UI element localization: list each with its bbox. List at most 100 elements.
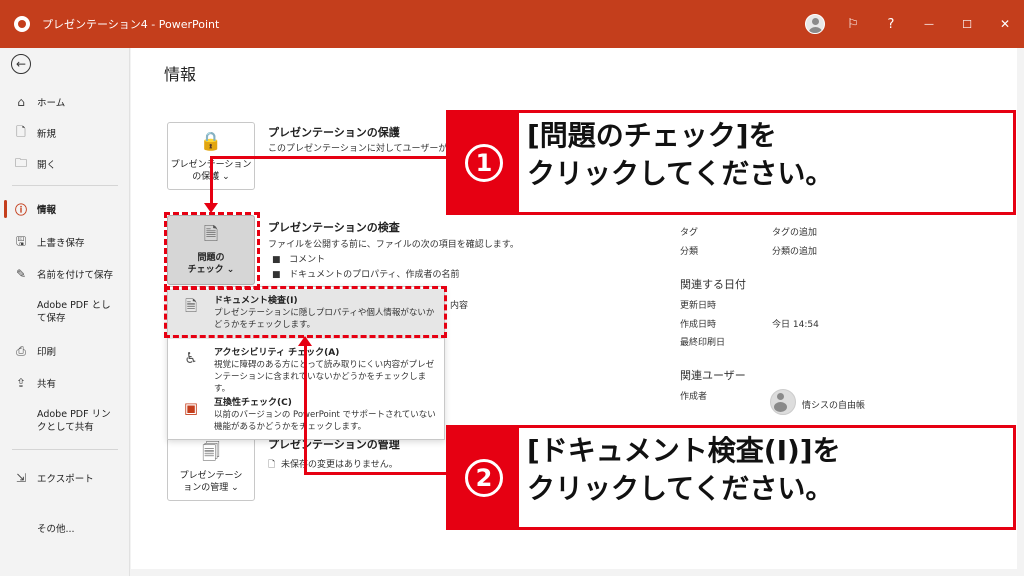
callout-line: クリックしてください。 — [527, 472, 834, 505]
compatibility-icon: ▣ — [183, 399, 199, 417]
highlight-inspect-document — [164, 286, 447, 338]
home-icon: ⌂ — [17, 95, 25, 109]
manage-button-label-1: プレゼンテーシ — [179, 471, 243, 481]
author-name[interactable]: 情シスの自由帳 — [802, 398, 865, 411]
bullet-item: ■ ドキュメントのプロパティ、作成者の名前 — [272, 270, 460, 280]
sidebar-item-label: 共有 — [37, 379, 57, 390]
sidebar-item-save-as[interactable]: ✎ 名前を付けて保存 — [0, 264, 130, 284]
save-as-icon: ✎ — [15, 267, 27, 281]
sidebar-divider — [12, 449, 118, 450]
menu-item-title: アクセシビリティ チェック(A) — [214, 348, 340, 358]
inspect-description: ファイルを公開する前に、ファイルの次の項目を確認します。 — [268, 240, 519, 250]
users-heading: 関連ユーザー — [680, 369, 746, 382]
manage-status: 🗋 未保存の変更はありません。 — [268, 457, 398, 473]
callout-line: クリックしてください。 — [527, 157, 834, 190]
manage-presentation-button[interactable]: 🗐 プレゼンテーシ ョンの管理 ⌄ — [167, 433, 255, 501]
sidebar-item-open[interactable]: 🗀 開く — [0, 154, 130, 174]
sidebar-item-info[interactable]: ⓘ 情報 — [0, 199, 130, 219]
sidebar-item-label: 開く — [37, 160, 57, 171]
accessibility-icon: ♿ — [184, 349, 198, 367]
sidebar-item-label: ホーム — [37, 98, 66, 109]
close-button[interactable]: ✕ — [986, 0, 1024, 48]
printer-icon: ⎙ — [16, 343, 26, 358]
protect-heading: プレゼンテーションの保護 — [268, 126, 400, 139]
connector-line — [210, 156, 213, 208]
callout-step-1: 1 [問題のチェック]を クリックしてください。 — [446, 110, 1016, 215]
tag-value[interactable]: タグの追加 — [772, 225, 817, 238]
step-number: 1 — [465, 143, 503, 182]
sidebar-item-share-adobe-pdf[interactable]: Adobe PDF リンクとして共有 — [0, 407, 130, 435]
step-number: 2 — [465, 458, 503, 497]
callout-line: [ドキュメント検査(I)]を — [527, 434, 841, 467]
callout-text: [問題のチェック]を クリックしてください。 — [527, 117, 833, 193]
sidebar-item-new[interactable]: 🗋 新規 — [0, 123, 130, 143]
account-button[interactable] — [796, 0, 834, 48]
share-icon: ⇪ — [15, 376, 27, 390]
printed-label: 最終印刷日 — [680, 338, 726, 348]
powerpoint-window: プレゼンテーション4 - PowerPoint ⚐ ? — ☐ ✕ ← ⌂ ホーム… — [0, 0, 1024, 576]
bullet-item: ■ コメント — [272, 255, 326, 265]
help-button[interactable]: ? — [872, 0, 910, 48]
callout-line: [問題のチェック]を — [527, 119, 777, 152]
bullet-content-tail: 内容 — [450, 301, 469, 311]
title-bar: プレゼンテーション4 - PowerPoint ⚐ ? — ☐ ✕ — [0, 0, 1024, 48]
manage-button-label-2: ョンの管理 ⌄ — [183, 483, 239, 493]
sidebar-item-label: Adobe PDF として保存 — [37, 300, 111, 324]
sidebar-item-label: エクスポート — [37, 474, 94, 485]
dates-heading: 関連する日付 — [680, 278, 746, 291]
sidebar-item-label: 名前を付けて保存 — [37, 270, 114, 281]
sidebar-item-export[interactable]: ⇲ エクスポート — [0, 468, 130, 488]
sidebar-item-print[interactable]: ⎙ 印刷 — [0, 341, 130, 361]
connector-line — [304, 346, 307, 474]
sidebar-item-save[interactable]: 🖫 上書き保存 — [0, 232, 130, 252]
menu-item-title: 互換性チェック(C) — [214, 398, 292, 408]
author-avatar-icon — [770, 389, 796, 415]
sidebar-item-label: 新規 — [37, 129, 57, 140]
connector-line — [304, 472, 446, 475]
bullet-properties: ドキュメントのプロパティ、作成者の名前 — [289, 270, 460, 280]
category-value[interactable]: 分類の追加 — [772, 244, 817, 257]
back-arrow-icon[interactable]: ← — [11, 54, 31, 74]
callout-step-2: 2 [ドキュメント検査(I)]を クリックしてください。 — [446, 425, 1016, 530]
sidebar-item-label: その他... — [37, 524, 75, 535]
sidebar-item-label: 印刷 — [37, 347, 57, 358]
highlight-check-issues — [164, 212, 260, 290]
maximize-button[interactable]: ☐ — [948, 0, 986, 48]
manage-description: 未保存の変更はありません。 — [280, 460, 398, 470]
menu-item-description: 以前のバージョンの PowerPoint でサポートされていない機能があるかどう… — [214, 410, 436, 432]
bullet-comments: コメント — [289, 255, 326, 265]
tag-label: タグ — [680, 228, 699, 238]
export-icon: ⇲ — [15, 471, 27, 485]
sidebar-divider — [12, 185, 118, 186]
backstage-sidebar: ← ⌂ ホーム 🗋 新規 🗀 開く ⓘ 情報 🖫 上書き保存 ✎ 名前を付けて保存 Adob… — [0, 48, 130, 576]
manage-document-icon: 🗐 — [202, 442, 220, 463]
connector-line — [210, 156, 450, 159]
sidebar-item-share[interactable]: ⇪ 共有 — [0, 373, 130, 393]
sidebar-item-label: Adobe PDF リンクとして共有 — [37, 409, 111, 433]
sidebar-item-label: 情報 — [37, 205, 57, 216]
folder-icon: 🗀 — [14, 155, 27, 170]
author-label: 作成者 — [680, 392, 708, 402]
info-icon: ⓘ — [14, 202, 27, 217]
feedback-icon: ⚐ — [847, 16, 859, 32]
lock-icon: 🔒 — [199, 131, 223, 152]
feedback-button[interactable]: ⚐ — [834, 0, 872, 48]
callout-text: [ドキュメント検査(I)]を クリックしてください。 — [527, 432, 841, 508]
step-number-badge: 2 — [449, 428, 519, 527]
document-icon: 🗋 — [268, 460, 276, 470]
sidebar-item-more[interactable]: その他... — [0, 518, 130, 538]
menu-item-description: 視覚に障碍のある方にとって読み取りにくい内容がプレゼンテーションに含まれていない… — [214, 360, 435, 394]
step-number-badge: 1 — [449, 113, 519, 212]
save-icon: 🖫 — [15, 233, 27, 248]
minimize-button[interactable]: — — [910, 0, 948, 48]
category-label: 分類 — [680, 247, 699, 257]
window-title: プレゼンテーション4 - PowerPoint — [42, 18, 220, 31]
sidebar-item-save-adobe-pdf[interactable]: Adobe PDF として保存 — [0, 298, 130, 326]
inspect-heading: プレゼンテーションの検査 — [268, 221, 400, 234]
page-title: 情報 — [164, 65, 197, 84]
sidebar-item-home[interactable]: ⌂ ホーム — [0, 92, 130, 112]
created-value: 今日 14:54 — [772, 320, 819, 330]
new-file-icon: 🗋 — [16, 124, 26, 139]
updated-label: 更新日時 — [680, 301, 717, 311]
powerpoint-app-icon — [14, 16, 30, 32]
